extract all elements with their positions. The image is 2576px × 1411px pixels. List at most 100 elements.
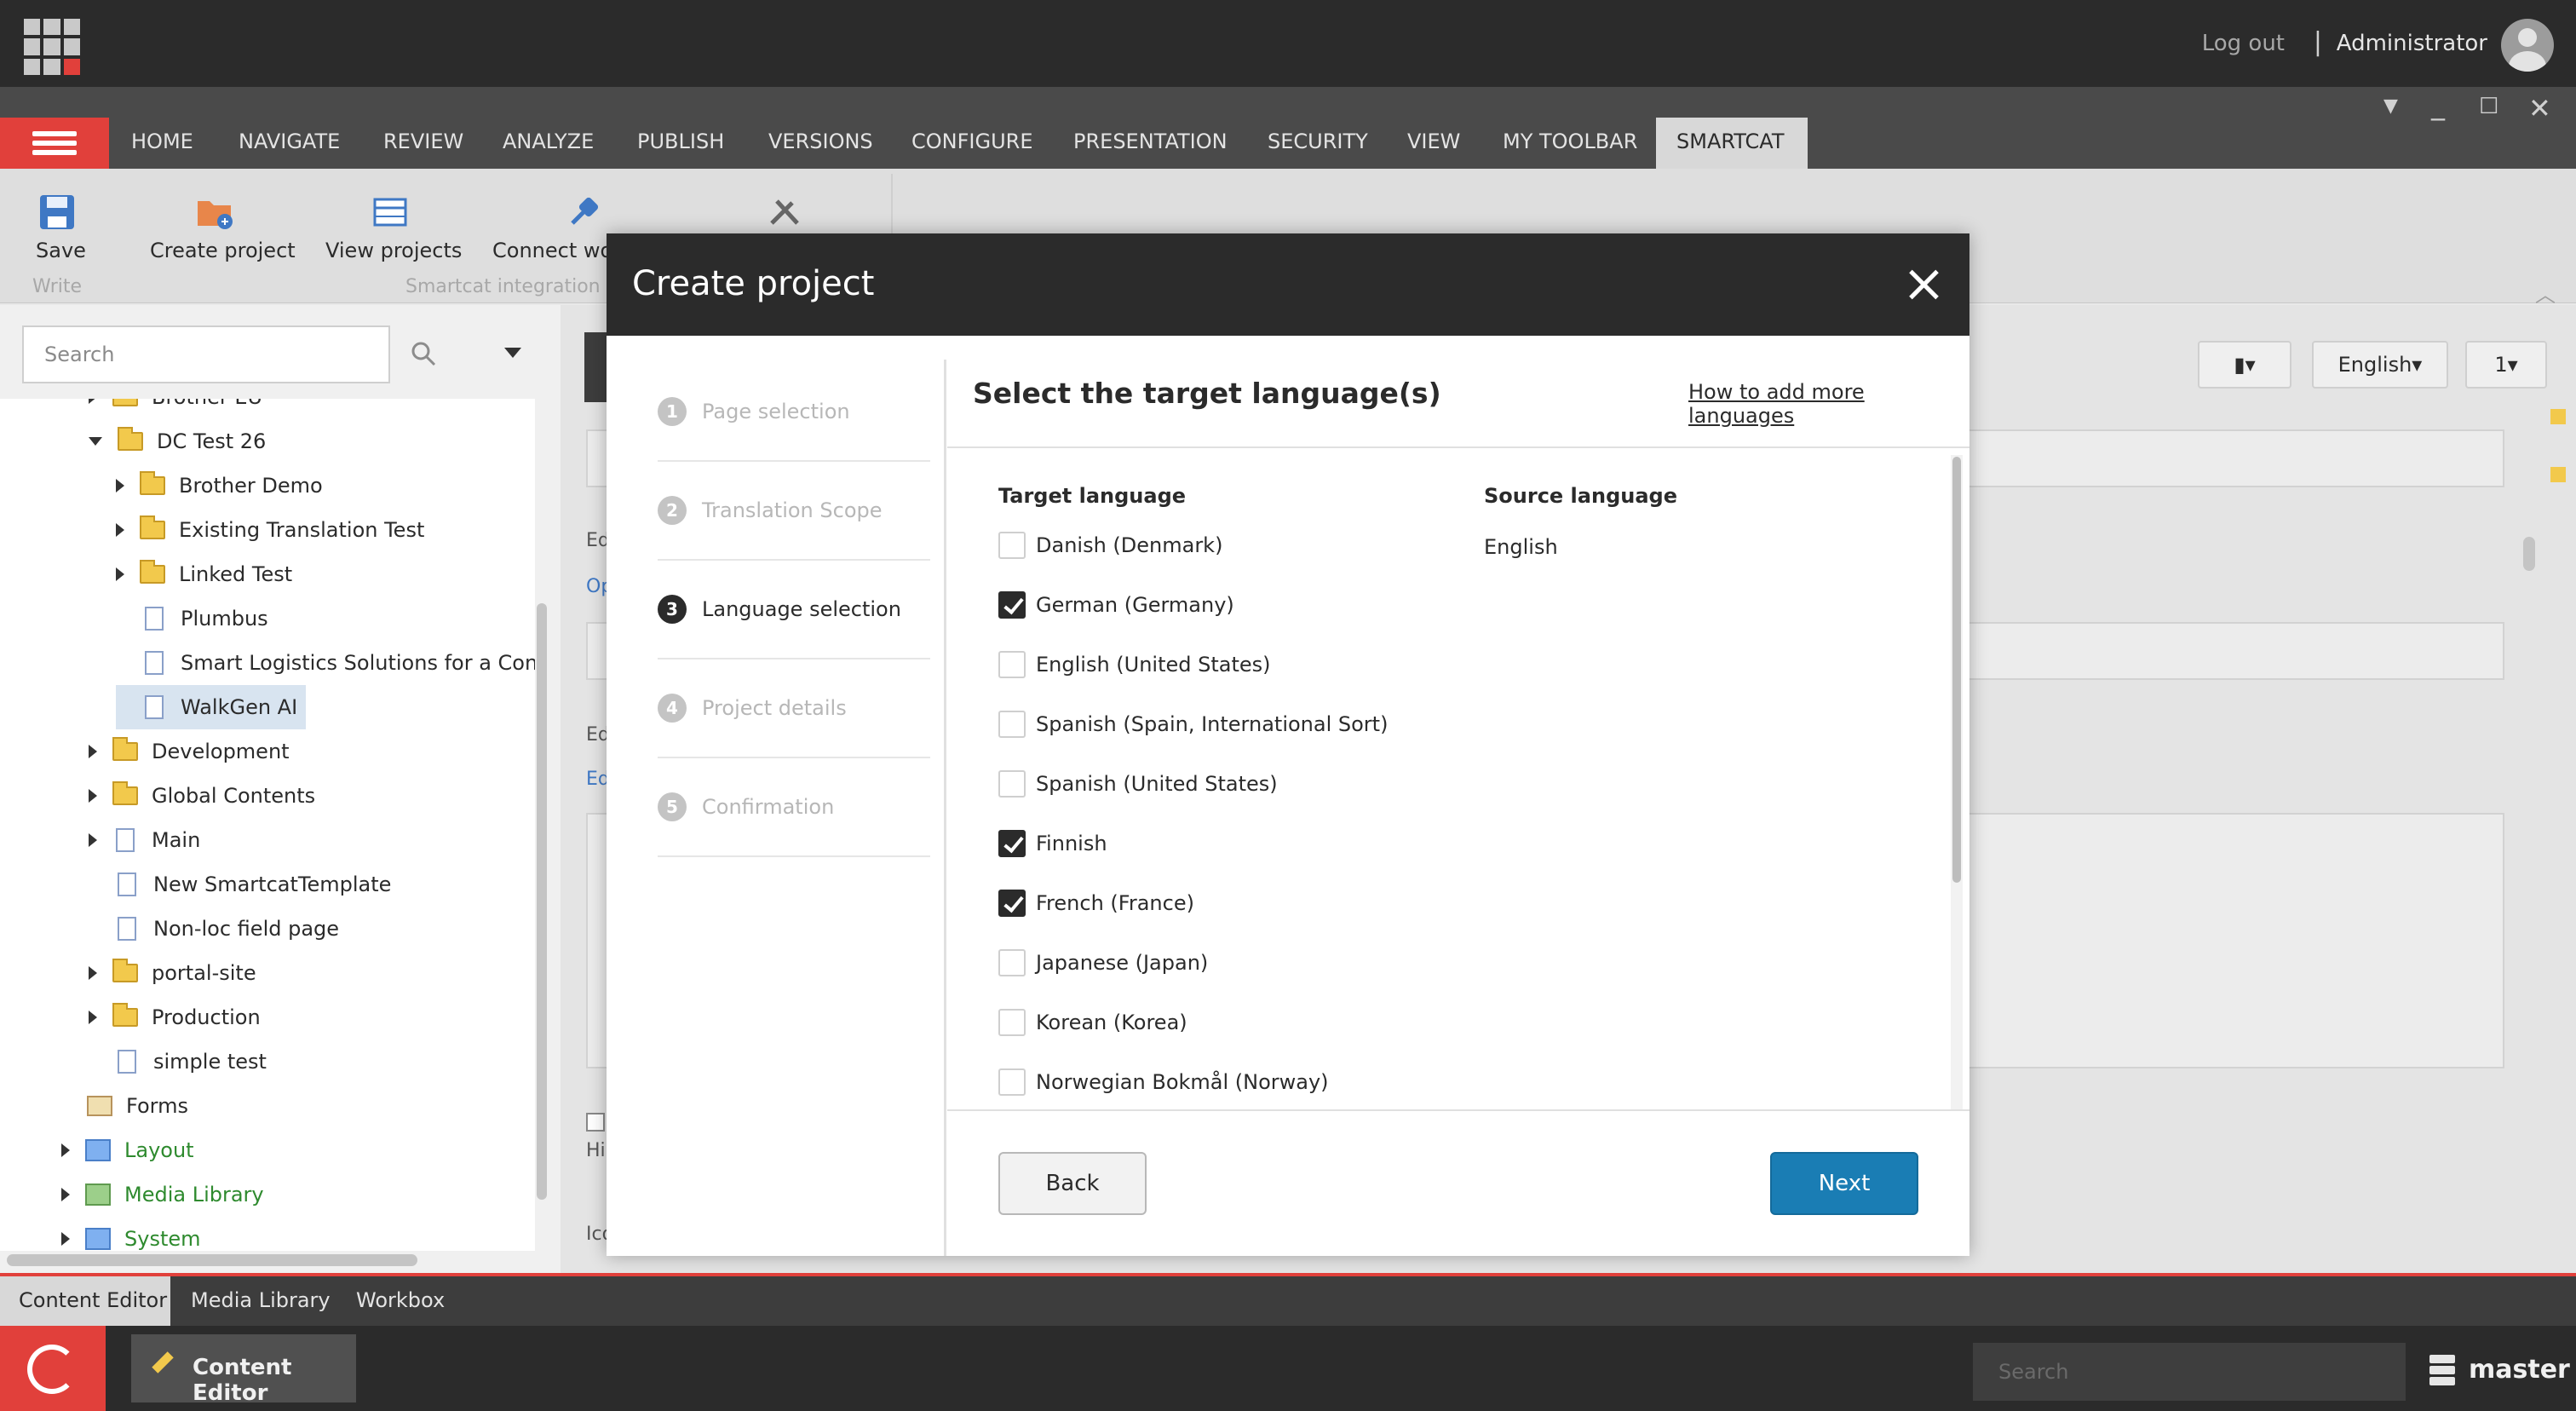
tree-item[interactable]: New SmartcatTemplate	[89, 862, 391, 907]
tree-item[interactable]: Plumbus	[116, 596, 268, 641]
plug-icon[interactable]	[566, 193, 603, 230]
expand-arrow-icon[interactable]	[61, 1143, 70, 1157]
language-option[interactable]: Spanish (Spain, International Sort)	[998, 707, 1388, 741]
tree-item[interactable]: Global Contents	[89, 774, 315, 818]
view-projects-icon[interactable]	[373, 198, 407, 227]
avatar[interactable]	[2501, 19, 2554, 72]
bg-checkbox[interactable]	[586, 1113, 605, 1132]
search-icon[interactable]	[411, 341, 436, 366]
language-option[interactable]: Spanish (United States)	[998, 767, 1278, 801]
expand-arrow-icon[interactable]	[89, 833, 97, 847]
expand-arrow-icon[interactable]	[116, 523, 124, 537]
tools-icon[interactable]	[767, 194, 806, 228]
language-option[interactable]: Korean (Korea)	[998, 1005, 1187, 1040]
language-checkbox[interactable]	[998, 770, 1026, 798]
language-checkbox[interactable]	[998, 949, 1026, 976]
horizontal-scrollbar[interactable]	[7, 1254, 417, 1266]
create-project-button[interactable]: Create project	[150, 239, 296, 262]
tab-versions[interactable]: VERSIONS	[768, 130, 873, 153]
bottom-tab-workbox[interactable]: Workbox	[356, 1288, 445, 1312]
expand-arrow-icon[interactable]	[61, 1232, 70, 1246]
tab-home[interactable]: HOME	[131, 130, 193, 153]
language-checkbox[interactable]	[998, 890, 1026, 917]
tree-item[interactable]: simple test	[89, 1040, 267, 1084]
language-option[interactable]: Danish (Denmark)	[998, 528, 1222, 562]
tree-item[interactable]: Brother Demo	[116, 464, 323, 508]
language-checkbox[interactable]	[998, 532, 1026, 559]
back-button[interactable]: Back	[998, 1152, 1147, 1215]
language-checkbox[interactable]	[998, 830, 1026, 857]
tab-presentation[interactable]: PRESENTATION	[1073, 130, 1228, 153]
language-dropdown[interactable]: English▾	[2312, 341, 2448, 389]
tree-item[interactable]: System	[61, 1217, 201, 1251]
search-dropdown-icon[interactable]	[504, 348, 521, 358]
sitecore-logo-icon[interactable]	[0, 1326, 106, 1411]
hamburger-menu-icon[interactable]	[0, 118, 109, 169]
database-name[interactable]: master	[2469, 1355, 2570, 1385]
tab-my-toolbar[interactable]: MY TOOLBAR	[1503, 130, 1637, 153]
how-to-add-languages-link[interactable]: How to add more languages	[1688, 380, 1969, 428]
tree-item[interactable]: Layout	[61, 1128, 194, 1172]
collapse-ribbon-icon[interactable]: ︿	[2535, 278, 2556, 308]
expand-arrow-icon[interactable]	[116, 479, 124, 492]
expand-arrow-icon[interactable]	[89, 399, 97, 404]
view-projects-button[interactable]: View projects	[325, 239, 462, 262]
expand-arrow-icon[interactable]	[89, 745, 97, 758]
language-option[interactable]: English (United States)	[998, 648, 1271, 682]
tree-item[interactable]: Main	[89, 818, 200, 862]
tree-scrollbar[interactable]	[537, 603, 547, 1200]
close-window-icon[interactable]: ✕	[2528, 92, 2551, 124]
tree-item[interactable]: Existing Translation Test	[116, 508, 424, 552]
tree-item[interactable]: WalkGen AI	[116, 685, 307, 729]
tree-item[interactable]: Forms	[61, 1084, 188, 1128]
version-dropdown[interactable]: 1▾	[2465, 341, 2547, 389]
user-name[interactable]: Administrator	[2337, 31, 2487, 56]
save-icon[interactable]	[37, 193, 77, 232]
tab-view[interactable]: VIEW	[1407, 130, 1460, 153]
tree-item[interactable]: Media Library	[61, 1172, 264, 1217]
language-option[interactable]: Japanese (Japan)	[998, 946, 1208, 980]
language-list-scrollbar[interactable]	[1952, 457, 1961, 883]
language-checkbox[interactable]	[998, 651, 1026, 678]
language-option[interactable]: Norwegian Bokmål (Norway)	[998, 1065, 1329, 1099]
tree-item[interactable]: DC Test 26	[89, 419, 266, 464]
chevron-down-icon[interactable]: ▼	[2383, 95, 2398, 117]
taskbar-search-input[interactable]: Search	[1973, 1343, 2406, 1401]
bottom-tab-media-library[interactable]: Media Library	[191, 1288, 331, 1312]
language-checkbox[interactable]	[998, 711, 1026, 738]
logout-link[interactable]: Log out	[2202, 31, 2285, 56]
expand-arrow-icon[interactable]	[89, 789, 97, 803]
tree-item[interactable]: Smart Logistics Solutions for a Con	[116, 641, 535, 685]
create-project-icon[interactable]	[196, 194, 235, 230]
tree-item[interactable]: Brother EU	[89, 399, 262, 419]
layout-dropdown-icon[interactable]: ▮▾	[2198, 341, 2291, 389]
tree-item[interactable]: portal-site	[89, 951, 256, 995]
expand-arrow-icon[interactable]	[61, 1188, 70, 1201]
close-icon[interactable]	[1906, 268, 1941, 302]
tree-item[interactable]: Production	[89, 995, 261, 1040]
expand-arrow-icon[interactable]	[89, 1011, 97, 1024]
connect-button[interactable]: Connect wo	[492, 239, 612, 262]
tab-navigate[interactable]: NAVIGATE	[239, 130, 340, 153]
tab-review[interactable]: REVIEW	[383, 130, 463, 153]
maximize-icon[interactable]: ☐	[2479, 94, 2498, 119]
content-editor-task-button[interactable]: Content Editor	[131, 1334, 356, 1406]
tab-smartcat[interactable]: SMARTCAT	[1676, 130, 1785, 153]
language-option[interactable]: German (Germany)	[998, 588, 1234, 622]
language-checkbox[interactable]	[998, 1068, 1026, 1096]
expand-arrow-icon[interactable]	[116, 567, 124, 581]
tab-configure[interactable]: CONFIGURE	[911, 130, 1033, 153]
minimize-icon[interactable]: _	[2431, 89, 2445, 121]
tree-item[interactable]: Linked Test	[116, 552, 292, 596]
language-option[interactable]: Finnish	[998, 826, 1107, 861]
language-option[interactable]: French (France)	[998, 886, 1194, 920]
save-button[interactable]: Save	[36, 239, 86, 262]
language-checkbox[interactable]	[998, 591, 1026, 619]
tab-security[interactable]: SECURITY	[1268, 130, 1368, 153]
tree-item[interactable]: Non-loc field page	[89, 907, 339, 951]
search-input[interactable]: Search	[22, 325, 390, 383]
tree-item[interactable]: Development	[89, 729, 290, 774]
app-launcher-icon[interactable]	[24, 19, 80, 75]
expand-arrow-icon[interactable]	[89, 966, 97, 980]
expanded-arrow-icon[interactable]	[89, 437, 102, 446]
